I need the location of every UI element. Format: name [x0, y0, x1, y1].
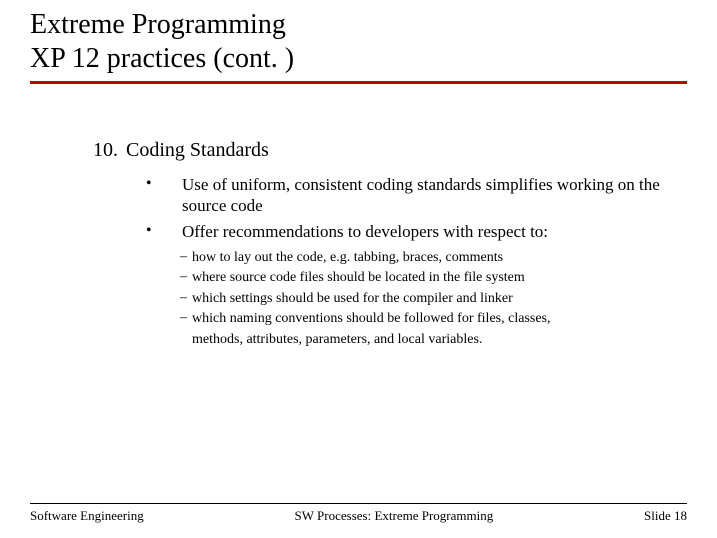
dash-text: how to lay out the code, e.g. tabbing, b… — [192, 249, 503, 267]
dash-list: – how to lay out the code, e.g. tabbing,… — [78, 246, 687, 328]
footer-divider — [30, 503, 687, 504]
item-number: 10. — [78, 139, 118, 162]
dash-icon: – — [180, 290, 192, 306]
numbered-item: 10. Coding Standards — [78, 139, 687, 162]
dash-item: – where source code files should be loca… — [180, 269, 687, 287]
bullet-text: Use of uniform, consistent coding standa… — [182, 174, 687, 217]
dash-icon: – — [180, 310, 192, 326]
dash-item: – which settings should be used for the … — [180, 290, 687, 308]
bullet-icon: • — [146, 174, 182, 193]
footer-left: Software Engineering — [30, 508, 144, 524]
dash-text: where source code files should be locate… — [192, 269, 525, 287]
title-line-1: Extreme Programming — [30, 8, 717, 42]
footer-row: Software Engineering SW Processes: Extre… — [30, 508, 687, 524]
item-title: Coding Standards — [126, 139, 269, 162]
bullet-text: Offer recommendations to developers with… — [182, 221, 554, 242]
content-area: 10. Coding Standards • Use of uniform, c… — [0, 84, 717, 348]
title-area: Extreme Programming XP 12 practices (con… — [0, 0, 717, 75]
title-line-2: XP 12 practices (cont. ) — [30, 42, 717, 76]
dash-icon: – — [180, 269, 192, 285]
bullet-icon: • — [146, 221, 182, 240]
bullet-item: • Offer recommendations to developers wi… — [146, 221, 687, 242]
dash-text: which settings should be used for the co… — [192, 290, 513, 308]
slide: Extreme Programming XP 12 practices (con… — [0, 0, 717, 538]
dash-item: – which naming conventions should be fol… — [180, 310, 687, 328]
dash-icon: – — [180, 249, 192, 265]
dash-text: which naming conventions should be follo… — [192, 310, 550, 328]
footer-mid: SW Processes: Extreme Programming — [144, 508, 644, 524]
bullet-item: • Use of uniform, consistent coding stan… — [146, 174, 687, 217]
dash-item: – how to lay out the code, e.g. tabbing,… — [180, 249, 687, 267]
dash-text-continuation: methods, attributes, parameters, and loc… — [78, 331, 687, 349]
footer-right: Slide 18 — [644, 508, 687, 524]
bullet-list: • Use of uniform, consistent coding stan… — [78, 170, 687, 242]
footer: Software Engineering SW Processes: Extre… — [30, 503, 687, 524]
